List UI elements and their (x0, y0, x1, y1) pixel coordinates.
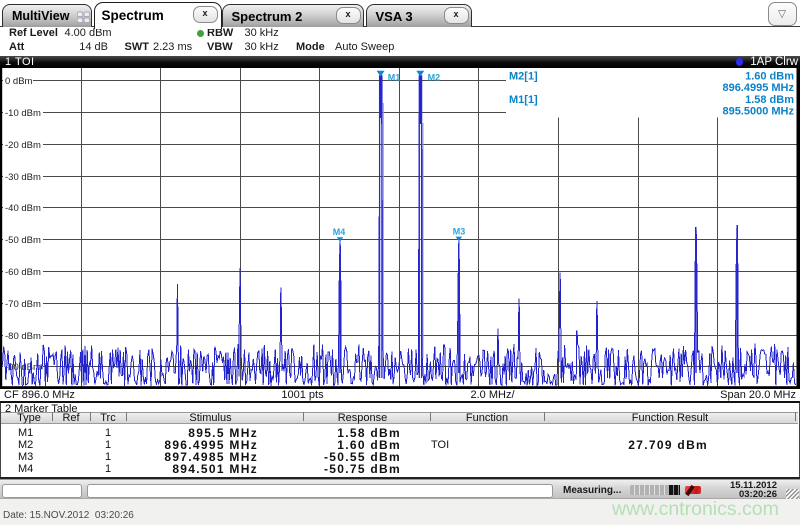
svg-text:-60 dBm: -60 dBm (5, 267, 41, 278)
svg-text:M1: M1 (388, 73, 401, 83)
svg-text:M2: M2 (428, 73, 441, 83)
svg-text:M4: M4 (333, 227, 346, 237)
svg-text:-20 dBm: -20 dBm (5, 140, 41, 151)
svg-text:-40 dBm: -40 dBm (5, 203, 41, 214)
svg-text:1.60 dBm: 1.60 dBm (745, 70, 794, 82)
svg-text:896.4995 MHz: 896.4995 MHz (722, 82, 794, 94)
svg-text:0 dBm: 0 dBm (5, 76, 33, 87)
svg-text:-10 dBm: -10 dBm (5, 108, 41, 119)
svg-text:1.58 dBm: 1.58 dBm (745, 94, 794, 106)
svg-text:-50 dBm: -50 dBm (5, 235, 41, 246)
svg-text:M3: M3 (453, 227, 466, 237)
svg-text:-70 dBm: -70 dBm (5, 299, 41, 310)
svg-text:-80 dBm: -80 dBm (5, 331, 41, 342)
svg-text:895.5000 MHz: 895.5000 MHz (722, 106, 794, 118)
svg-text:-30 dBm: -30 dBm (5, 172, 41, 183)
svg-text:M2[1]: M2[1] (509, 70, 538, 82)
svg-text:M1[1]: M1[1] (509, 94, 538, 106)
